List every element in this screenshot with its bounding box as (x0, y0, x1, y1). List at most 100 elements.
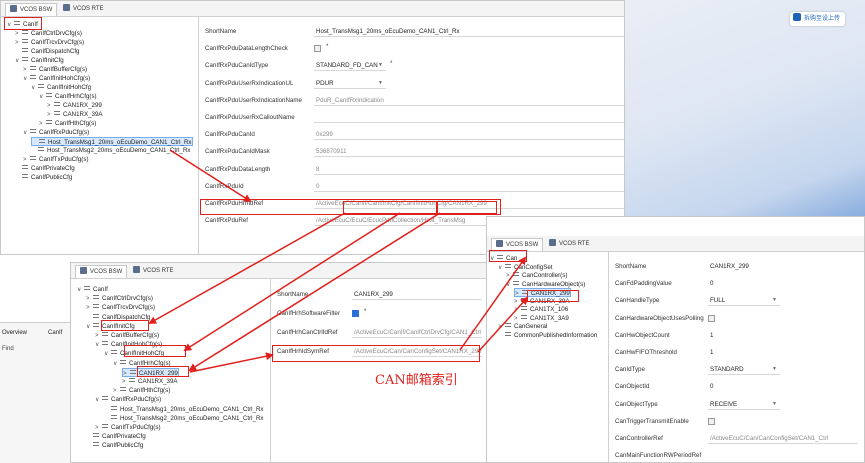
tree-item[interactable]: CanIfPrivateCfg (15, 164, 75, 173)
tree-item[interactable]: ∨ CanIf (77, 285, 108, 294)
tree-item-label: CanIf (93, 286, 108, 293)
tab-vcos-rte[interactable]: VCOS RTE (129, 265, 178, 278)
tree-item[interactable]: > CanIfTxPduCfg(s) (23, 155, 89, 164)
tree-item[interactable]: Host_TransMsg2_20ms_oEcuDemo_CAN1_Ctrl_R… (31, 146, 191, 155)
property-dropdown[interactable]: FULL (708, 295, 780, 307)
chevron-down-icon[interactable]: ∨ (95, 396, 102, 405)
property-checkbox[interactable] (314, 45, 321, 53)
tree-item[interactable]: > CanIfHthCfg(s) (113, 386, 170, 395)
tree-item-label: CanIfBufferCfg(s) (39, 66, 88, 73)
property-value[interactable] (314, 112, 624, 123)
chevron-down-icon[interactable]: ∨ (39, 93, 46, 102)
tree-item[interactable]: > CanIfTrcvDrvCfg(s) (86, 303, 155, 312)
tree-item[interactable]: CommonPublishedInformation (498, 331, 597, 340)
property-dropdown[interactable]: STANDARD_FD_CAN (314, 60, 386, 72)
property-value[interactable]: 0 (708, 278, 858, 289)
tab-vcos-rte[interactable]: VCOS RTE (545, 238, 594, 251)
tab-vcos-bsw[interactable]: VCOS BSW (5, 3, 58, 16)
property-value[interactable]: 8 (314, 163, 624, 175)
tab-vcos-bsw[interactable]: VCOS BSW (75, 265, 128, 278)
tree-item[interactable]: CanIfPublicCfg (86, 441, 143, 450)
tree-item[interactable]: CanIfDispatchCfg (15, 47, 80, 56)
dropdown-arrow-icon[interactable]: ▼ (378, 62, 383, 68)
container-node-icon (39, 139, 45, 143)
overview-tab[interactable]: Overview (2, 330, 27, 336)
property-value[interactable]: CAN1RX_299 (708, 261, 858, 272)
property-value[interactable]: 0x299 (314, 129, 624, 141)
property-label: CanIfHrhCanCtrlIdRef (277, 329, 338, 336)
tree-item[interactable]: > CAN1RX_39A (122, 377, 178, 386)
property-checkbox[interactable] (708, 314, 715, 322)
tree-item-label: CanIfInitHohCfg(s) (39, 75, 91, 82)
container-node-icon (30, 156, 36, 160)
tree-item[interactable]: > CanIfCtrlDrvCfg(s) (15, 29, 82, 38)
tree-item[interactable]: ∨ CanIfInitHohCfg (31, 83, 91, 92)
tree-item[interactable]: Host_TransMsg2_20ms_oEcuDemo_CAN1_Ctrl_R… (104, 414, 264, 423)
property-value[interactable]: 1 (708, 330, 858, 341)
tree-item[interactable]: ∨ CanIfRxPduCfg(s) (23, 128, 89, 137)
chevron-down-icon[interactable]: ∨ (113, 360, 120, 369)
tree-item[interactable]: > CanIfHthCfg(s) (39, 119, 96, 128)
tab-label: VCOS RTE (559, 241, 590, 247)
tree-item[interactable]: ∨ CanIfRxPduCfg(s) (95, 395, 161, 404)
property-value[interactable]: 0 (314, 180, 624, 192)
chevron-down-icon[interactable]: ∨ (498, 264, 505, 273)
dropdown-arrow-icon[interactable]: ▼ (772, 366, 777, 372)
chevron-down-icon[interactable]: ∨ (77, 286, 84, 295)
tree-item[interactable]: > CanIfBufferCfg(s) (95, 331, 159, 340)
chevron-down-icon[interactable]: ∨ (104, 350, 111, 359)
tree-item-label: CanIfTrcvDrvCfg(s) (31, 39, 85, 46)
tree-item-label: CanIfInitCfg (31, 57, 64, 64)
property-value[interactable]: CAN1RX_299 (352, 289, 482, 300)
property-value[interactable] (708, 450, 858, 461)
property-label: ShortName (205, 28, 237, 35)
tree-item[interactable]: ∨ CanIfInitCfg (15, 56, 64, 65)
tree-item[interactable]: > CAN1RX_39A (47, 110, 103, 119)
property-value[interactable]: 0 (708, 381, 858, 392)
property-label: CanHwFIFOThreshold (615, 349, 677, 356)
canif-tab[interactable]: CanIf (48, 330, 62, 336)
property-dropdown[interactable]: RECEIVE (708, 398, 780, 410)
property-checkbox[interactable] (352, 310, 359, 317)
chevron-down-icon[interactable]: ∨ (15, 57, 22, 66)
chevron-down-icon[interactable]: ∨ (506, 281, 513, 290)
property-checkbox[interactable] (708, 417, 715, 425)
required-marker: * (326, 44, 329, 51)
container-node-icon (521, 314, 527, 319)
container-node-icon (129, 378, 135, 382)
tree-item[interactable]: CanIfPublicCfg (15, 173, 72, 182)
dropdown-arrow-icon[interactable]: ▼ (772, 401, 777, 407)
tree-item[interactable]: > CanIfTxPduCfg(s) (95, 423, 161, 432)
chevron-down-icon[interactable]: ∨ (31, 84, 38, 93)
chevron-down-icon[interactable]: ∨ (23, 129, 30, 138)
properties-view: ShortName CAN1RX_299 CanFdPaddingValue 0 Can… (610, 252, 864, 462)
property-value[interactable]: Host_TransMsg1_20ms_oEcuDemo_CAN1_Ctrl_R… (314, 26, 624, 37)
property-value[interactable]: 536870911 (314, 146, 624, 158)
tree-item[interactable]: > CAN1RX_299 (47, 101, 102, 110)
tree-item[interactable]: Host_TransMsg1_20ms_oEcuDemo_CAN1_Ctrl_R… (104, 405, 264, 414)
tree-item[interactable]: > CanIfCtrlDrvCfg(s) (86, 294, 153, 303)
tab-icon (549, 239, 556, 246)
property-value[interactable]: PduR_CanIfRxIndication (314, 94, 624, 106)
chevron-down-icon[interactable]: ∨ (86, 323, 93, 332)
chevron-down-icon[interactable]: ∨ (95, 341, 102, 350)
dropdown-arrow-icon[interactable]: ▼ (378, 80, 383, 86)
tree-item[interactable]: > CanIfTrcvDrvCfg(s) (15, 38, 84, 47)
tree-item[interactable]: Host_TransMsg1_20ms_oEcuDemo_CAN1_Ctrl_R… (31, 137, 193, 146)
container-node-icon (111, 414, 117, 419)
highlight-caninitcfg (101, 320, 149, 331)
property-dropdown[interactable]: PDUR (314, 77, 386, 89)
tree-item[interactable]: > CanIfBufferCfg(s) (23, 65, 87, 74)
property-value[interactable]: /ActiveEcuC/Can/CanConfigSet/CAN1_Ctrl (708, 433, 858, 444)
property-dropdown[interactable]: STANDARD (708, 364, 780, 376)
property-value[interactable]: /ActiveEcuC/CanIf/CanIfCtrlDrvCfg/CAN1_C… (352, 327, 482, 338)
highlight-hrhidsymref-row (272, 345, 480, 362)
tree-item[interactable]: CanIfPrivateCfg (86, 432, 146, 441)
property-value[interactable]: 1 (708, 347, 858, 358)
chevron-down-icon[interactable]: ∨ (23, 75, 30, 84)
tree-item[interactable]: ∨ CanIfHrhCfg(s) (39, 92, 97, 101)
tab-vcos-rte[interactable]: VCOS RTE (59, 3, 108, 16)
dropdown-arrow-icon[interactable]: ▼ (772, 297, 777, 303)
tree-item[interactable]: ∨ CanIfInitHohCfg(s) (23, 74, 90, 83)
upload-button[interactable]: 拆购至设上传 (790, 12, 846, 26)
